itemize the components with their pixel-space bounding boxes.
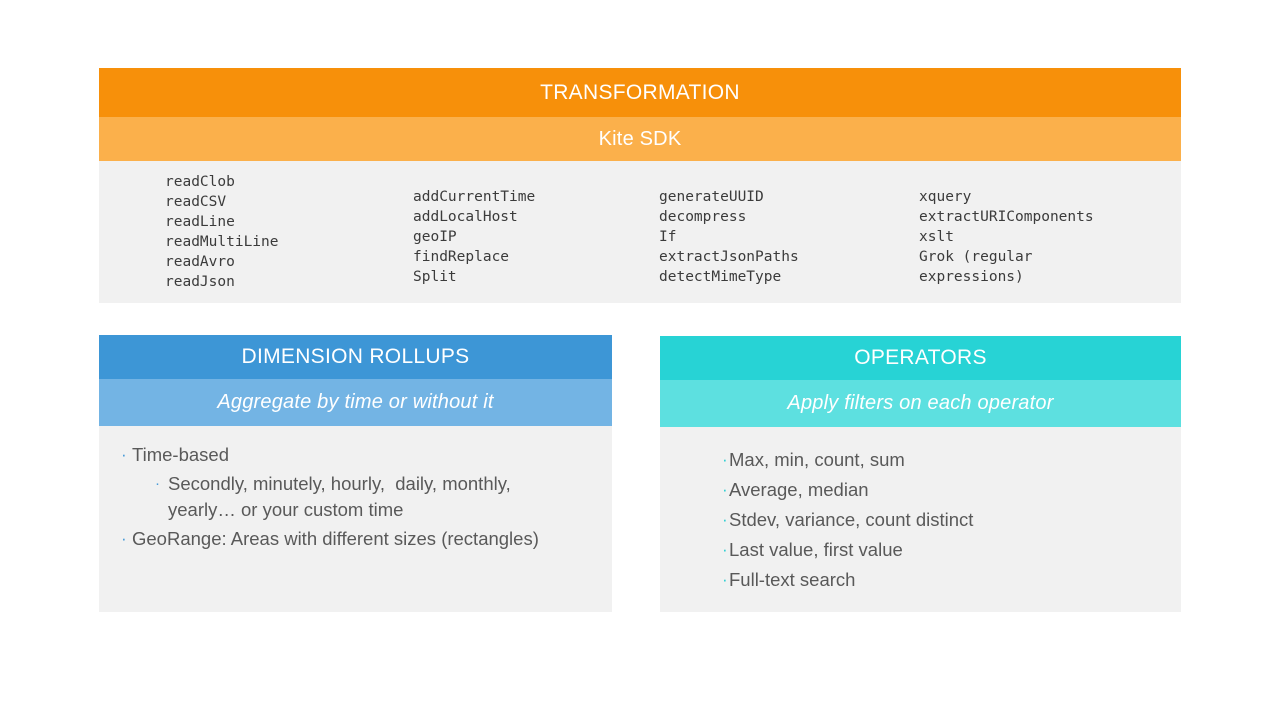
dimension-rollups-panel: DIMENSION ROLLUPS Aggregate by time or w…: [99, 335, 612, 612]
bullet-dot-icon: ·: [722, 510, 728, 529]
list-item-sub-group: · Secondly, minutely, hourly, daily, mon…: [121, 469, 598, 525]
bullet-dot-icon: ·: [722, 480, 728, 499]
slide-canvas: TRANSFORMATION Kite SDK readClob readCSV…: [0, 0, 1280, 720]
list-item: · Average, median: [722, 475, 1167, 505]
list-item: · Stdev, variance, count distinct: [722, 505, 1167, 535]
operators-subtitle-band: Apply filters on each operator: [660, 380, 1181, 427]
operators-title: OPERATORS: [854, 346, 987, 369]
operators-title-band: OPERATORS: [660, 336, 1181, 380]
list-item-label: Average, median: [729, 479, 869, 500]
dimension-rollups-subtitle: Aggregate by time or without it: [217, 391, 494, 413]
transformation-panel: TRANSFORMATION Kite SDK readClob readCSV…: [99, 68, 1181, 303]
list-item: · GeoRange: Areas with different sizes (…: [121, 526, 598, 552]
list-item: · Max, min, count, sum: [722, 445, 1167, 475]
dimension-rollups-title: DIMENSION ROLLUPS: [241, 345, 470, 368]
transformation-command-column-3: generateUUID decompress If extractJsonPa…: [659, 189, 799, 285]
dimension-rollups-sub-list: · Secondly, minutely, hourly, daily, mon…: [155, 471, 548, 523]
operators-body: · Max, min, count, sum · Average, median…: [660, 427, 1181, 612]
bullet-dot-icon: ·: [155, 475, 160, 492]
list-item: · Secondly, minutely, hourly, daily, mon…: [155, 471, 548, 523]
bullet-dot-icon: ·: [722, 570, 728, 589]
operators-subtitle: Apply filters on each operator: [787, 392, 1054, 414]
transformation-title-band: TRANSFORMATION: [99, 68, 1181, 117]
list-item: · Full-text search: [722, 565, 1167, 595]
dimension-rollups-title-band: DIMENSION ROLLUPS: [99, 335, 612, 379]
transformation-command-column-4: xquery extractURIComponents xslt Grok (r…: [919, 189, 1094, 285]
dimension-rollups-body: · Time-based · Secondly, minutely, hourl…: [99, 426, 612, 612]
list-item-label: GeoRange: Areas with different sizes (re…: [132, 528, 539, 549]
operators-list: · Max, min, count, sum · Average, median…: [722, 445, 1167, 595]
bullet-dot-icon: ·: [722, 540, 728, 559]
dimension-rollups-list: · Time-based · Secondly, minutely, hourl…: [121, 442, 598, 552]
transformation-title: TRANSFORMATION: [540, 80, 740, 104]
list-item: · Time-based: [121, 442, 598, 468]
transformation-body: readClob readCSV readLine readMultiLine …: [99, 161, 1181, 303]
transformation-command-column-2: addCurrentTime addLocalHost geoIP findRe…: [413, 189, 536, 285]
dimension-rollups-subtitle-band: Aggregate by time or without it: [99, 379, 612, 426]
list-item: · Last value, first value: [722, 535, 1167, 565]
list-item-label: Max, min, count, sum: [729, 449, 905, 470]
transformation-subtitle: Kite SDK: [598, 127, 682, 150]
list-item-label: Last value, first value: [729, 539, 903, 560]
transformation-command-column-1: readClob readCSV readLine readMultiLine …: [165, 174, 279, 290]
bullet-dot-icon: ·: [722, 450, 728, 469]
list-item-label: Time-based: [132, 444, 229, 465]
operators-panel: OPERATORS Apply filters on each operator…: [660, 336, 1181, 612]
list-item-label: Secondly, minutely, hourly, daily, month…: [168, 473, 516, 520]
bullet-dot-icon: ·: [121, 445, 127, 464]
list-item-label: Full-text search: [729, 569, 856, 590]
bullet-dot-icon: ·: [121, 529, 127, 548]
transformation-subtitle-band: Kite SDK: [99, 117, 1181, 161]
list-item-label: Stdev, variance, count distinct: [729, 509, 974, 530]
